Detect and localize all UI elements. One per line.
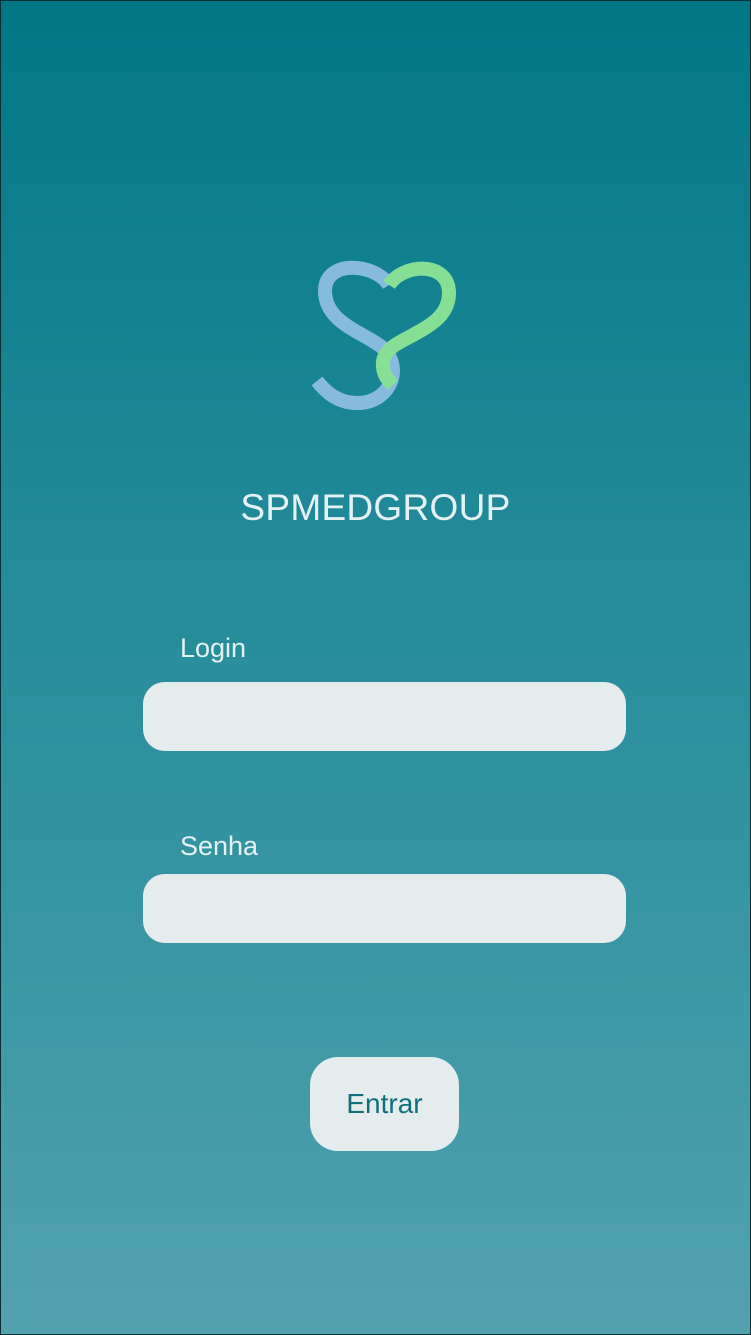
senha-label: Senha [180,831,259,861]
heart-s-logo-icon [307,253,463,419]
senha-input[interactable] [143,874,626,943]
login-label: Login [180,633,247,663]
app-brand-title: SPMEDGROUP [240,487,511,528]
entrar-button[interactable]: Entrar [310,1057,459,1151]
login-input[interactable] [143,682,626,751]
login-screen: SPMEDGROUP Login Senha Entrar [0,0,751,1335]
